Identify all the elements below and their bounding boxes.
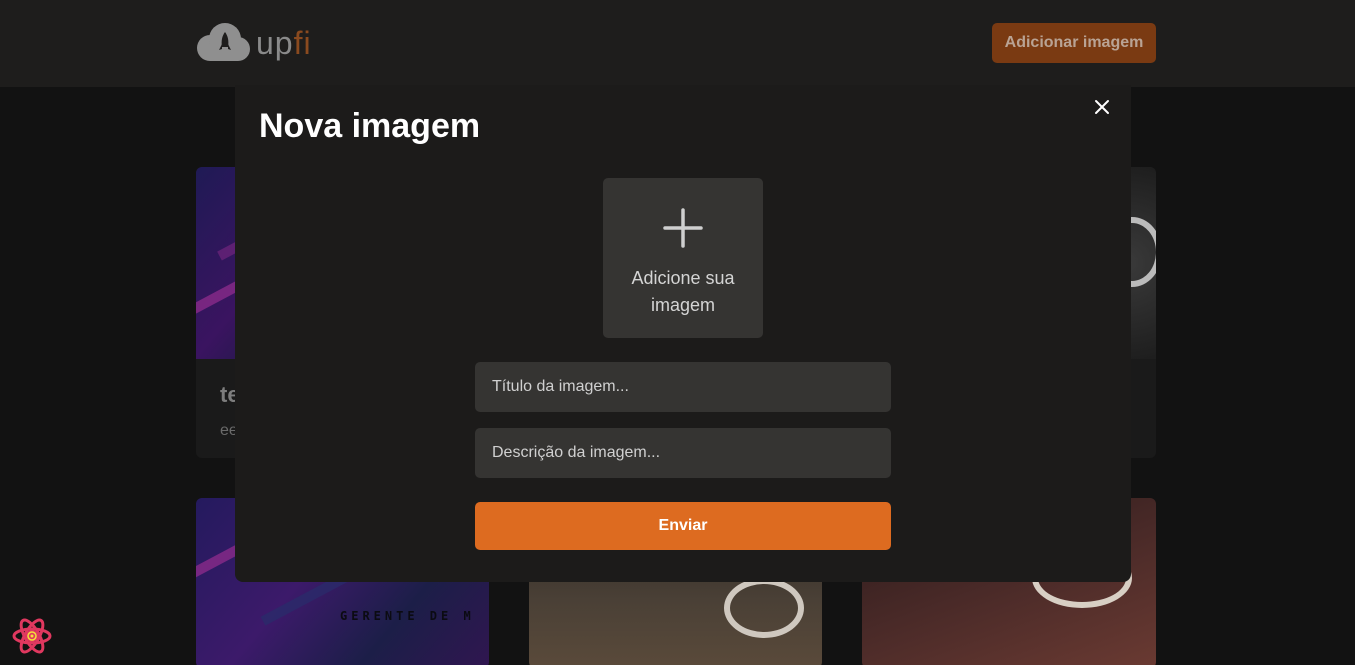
logo-text: upfi — [256, 27, 312, 59]
logo-text-fi: fi — [293, 25, 312, 61]
plus-icon — [663, 208, 703, 248]
image-title-input[interactable] — [475, 362, 891, 412]
modal-title: Nova imagem — [259, 107, 481, 145]
react-icon[interactable] — [12, 616, 52, 656]
card-image-text: GERENTE DE M — [340, 609, 475, 623]
add-image-button[interactable]: Adicionar imagem — [992, 23, 1156, 63]
logo-text-up: up — [256, 25, 294, 61]
submit-button[interactable]: Enviar — [475, 502, 891, 550]
new-image-modal: Nova imagem Adicione sua imagem Enviar — [235, 85, 1131, 582]
image-upload-dropzone[interactable]: Adicione sua imagem — [603, 178, 763, 338]
app-header: upfi Adicionar imagem — [0, 0, 1355, 87]
cloud-rocket-icon — [197, 23, 250, 61]
close-icon — [1095, 100, 1109, 114]
upload-label: Adicione sua imagem — [631, 268, 735, 315]
image-description-input[interactable] — [475, 428, 891, 478]
logo[interactable]: upfi — [196, 22, 312, 64]
close-button[interactable] — [1091, 96, 1113, 118]
